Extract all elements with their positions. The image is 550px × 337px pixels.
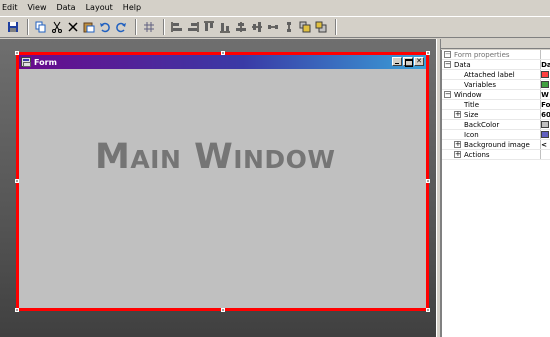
center-vertical-icon[interactable] <box>250 20 264 34</box>
property-value: W <box>540 90 549 99</box>
copy-icon[interactable] <box>34 20 48 34</box>
design-canvas[interactable]: Form ✕ Main Window <box>0 39 436 337</box>
send-back-icon[interactable] <box>314 20 328 34</box>
menu-view[interactable]: View <box>23 0 52 15</box>
form-properties-label: Form properties <box>454 51 510 59</box>
form-title: Form <box>34 57 57 67</box>
window-controls: ✕ <box>391 57 424 67</box>
resize-handle-bottom[interactable] <box>221 308 225 312</box>
properties-panel: −Form properties −Data Da Attached label… <box>441 39 550 337</box>
backcolor-swatch <box>541 121 550 128</box>
property-value[interactable] <box>540 80 550 89</box>
property-label: Actions <box>464 151 490 159</box>
resize-handle-left[interactable] <box>15 179 19 183</box>
bring-front-icon[interactable] <box>298 20 312 34</box>
collapse-icon[interactable]: − <box>444 61 451 68</box>
menu-data[interactable]: Data <box>51 0 80 15</box>
property-label: Title <box>464 101 480 109</box>
property-row-background-image[interactable]: + Background image < <box>442 140 550 150</box>
form-icon <box>21 57 31 67</box>
close-button[interactable]: ✕ <box>414 57 424 66</box>
property-value <box>540 50 550 59</box>
property-value[interactable]: < <box>540 140 550 149</box>
form-title-bar[interactable]: Form ✕ <box>19 55 426 69</box>
toolbar-separator <box>335 19 337 35</box>
align-top-icon[interactable] <box>202 20 216 34</box>
property-category-window[interactable]: − Window W <box>442 90 550 100</box>
redo-icon[interactable] <box>114 20 128 34</box>
property-row-size[interactable]: + Size 60 <box>442 110 550 120</box>
menu-layout[interactable]: Layout <box>81 0 118 15</box>
delete-icon[interactable] <box>66 20 80 34</box>
resize-handle-right[interactable] <box>426 179 430 183</box>
resize-handle-bottom-right[interactable] <box>426 308 430 312</box>
resize-handle-top[interactable] <box>221 51 225 55</box>
property-row-header[interactable]: − Form properties <box>442 50 550 60</box>
save-icon[interactable] <box>6 20 20 34</box>
collapse-icon[interactable]: − <box>444 51 451 58</box>
toolbar <box>0 16 550 38</box>
attached-label-icon <box>541 71 550 78</box>
property-label: Size <box>464 111 479 119</box>
selected-form-outline[interactable]: Form ✕ Main Window <box>15 51 430 312</box>
toolbar-separator <box>163 19 165 35</box>
resize-handle-top-right[interactable] <box>426 51 430 55</box>
grid-icon[interactable] <box>142 20 156 34</box>
property-label: Data <box>454 61 471 69</box>
form-icon-preview <box>541 131 550 138</box>
property-grid: −Form properties −Data Da Attached label… <box>441 50 550 337</box>
property-value[interactable] <box>540 70 550 79</box>
properties-panel-header <box>441 39 550 49</box>
property-value[interactable] <box>540 130 550 139</box>
paste-icon[interactable] <box>82 20 96 34</box>
menu-help[interactable]: Help <box>118 0 146 15</box>
property-label: Icon <box>464 131 479 139</box>
expand-icon[interactable]: + <box>454 151 461 158</box>
align-right-icon[interactable] <box>186 20 200 34</box>
property-value[interactable]: 60 <box>540 110 550 119</box>
property-row-actions[interactable]: + Actions <box>442 150 550 160</box>
property-label: Background image <box>464 141 530 149</box>
collapse-icon[interactable]: − <box>444 91 451 98</box>
property-value[interactable] <box>540 150 550 159</box>
property-row-title[interactable]: Title Fo <box>442 100 550 110</box>
space-horizontal-icon[interactable] <box>266 20 280 34</box>
cut-icon[interactable] <box>50 20 64 34</box>
property-row-attached-label[interactable]: Attached label <box>442 70 550 80</box>
align-left-icon[interactable] <box>170 20 184 34</box>
resize-handle-bottom-left[interactable] <box>15 308 19 312</box>
property-row-backcolor[interactable]: BackColor <box>442 120 550 130</box>
center-horizontal-icon[interactable] <box>234 20 248 34</box>
menu-bar: Edit View Data Layout Help <box>0 0 550 15</box>
toolbar-separator <box>27 19 29 35</box>
undo-icon[interactable] <box>98 20 112 34</box>
menu-edit[interactable]: Edit <box>0 0 23 15</box>
toolbar-separator <box>135 19 137 35</box>
resize-handle-top-left[interactable] <box>15 51 19 55</box>
maximize-button[interactable] <box>403 57 413 67</box>
expand-icon[interactable]: + <box>454 141 461 148</box>
form-window[interactable]: Form ✕ Main Window <box>19 55 426 308</box>
space-vertical-icon[interactable] <box>282 20 296 34</box>
property-value: Da <box>540 60 550 69</box>
expand-icon[interactable]: + <box>454 111 461 118</box>
variables-icon <box>541 81 550 88</box>
main-window-label[interactable]: Main Window <box>95 137 336 177</box>
property-label: Variables <box>464 81 496 89</box>
property-value[interactable]: Fo <box>540 100 550 109</box>
property-label: Window <box>454 91 482 99</box>
property-label: BackColor <box>464 121 500 129</box>
property-category-data[interactable]: −Data Da <box>442 60 550 70</box>
minimize-button[interactable] <box>392 57 402 66</box>
property-row-icon[interactable]: Icon <box>442 130 550 140</box>
property-value[interactable] <box>540 120 550 129</box>
property-label: Attached label <box>464 71 515 79</box>
align-bottom-icon[interactable] <box>218 20 232 34</box>
property-row-variables[interactable]: Variables <box>442 80 550 90</box>
